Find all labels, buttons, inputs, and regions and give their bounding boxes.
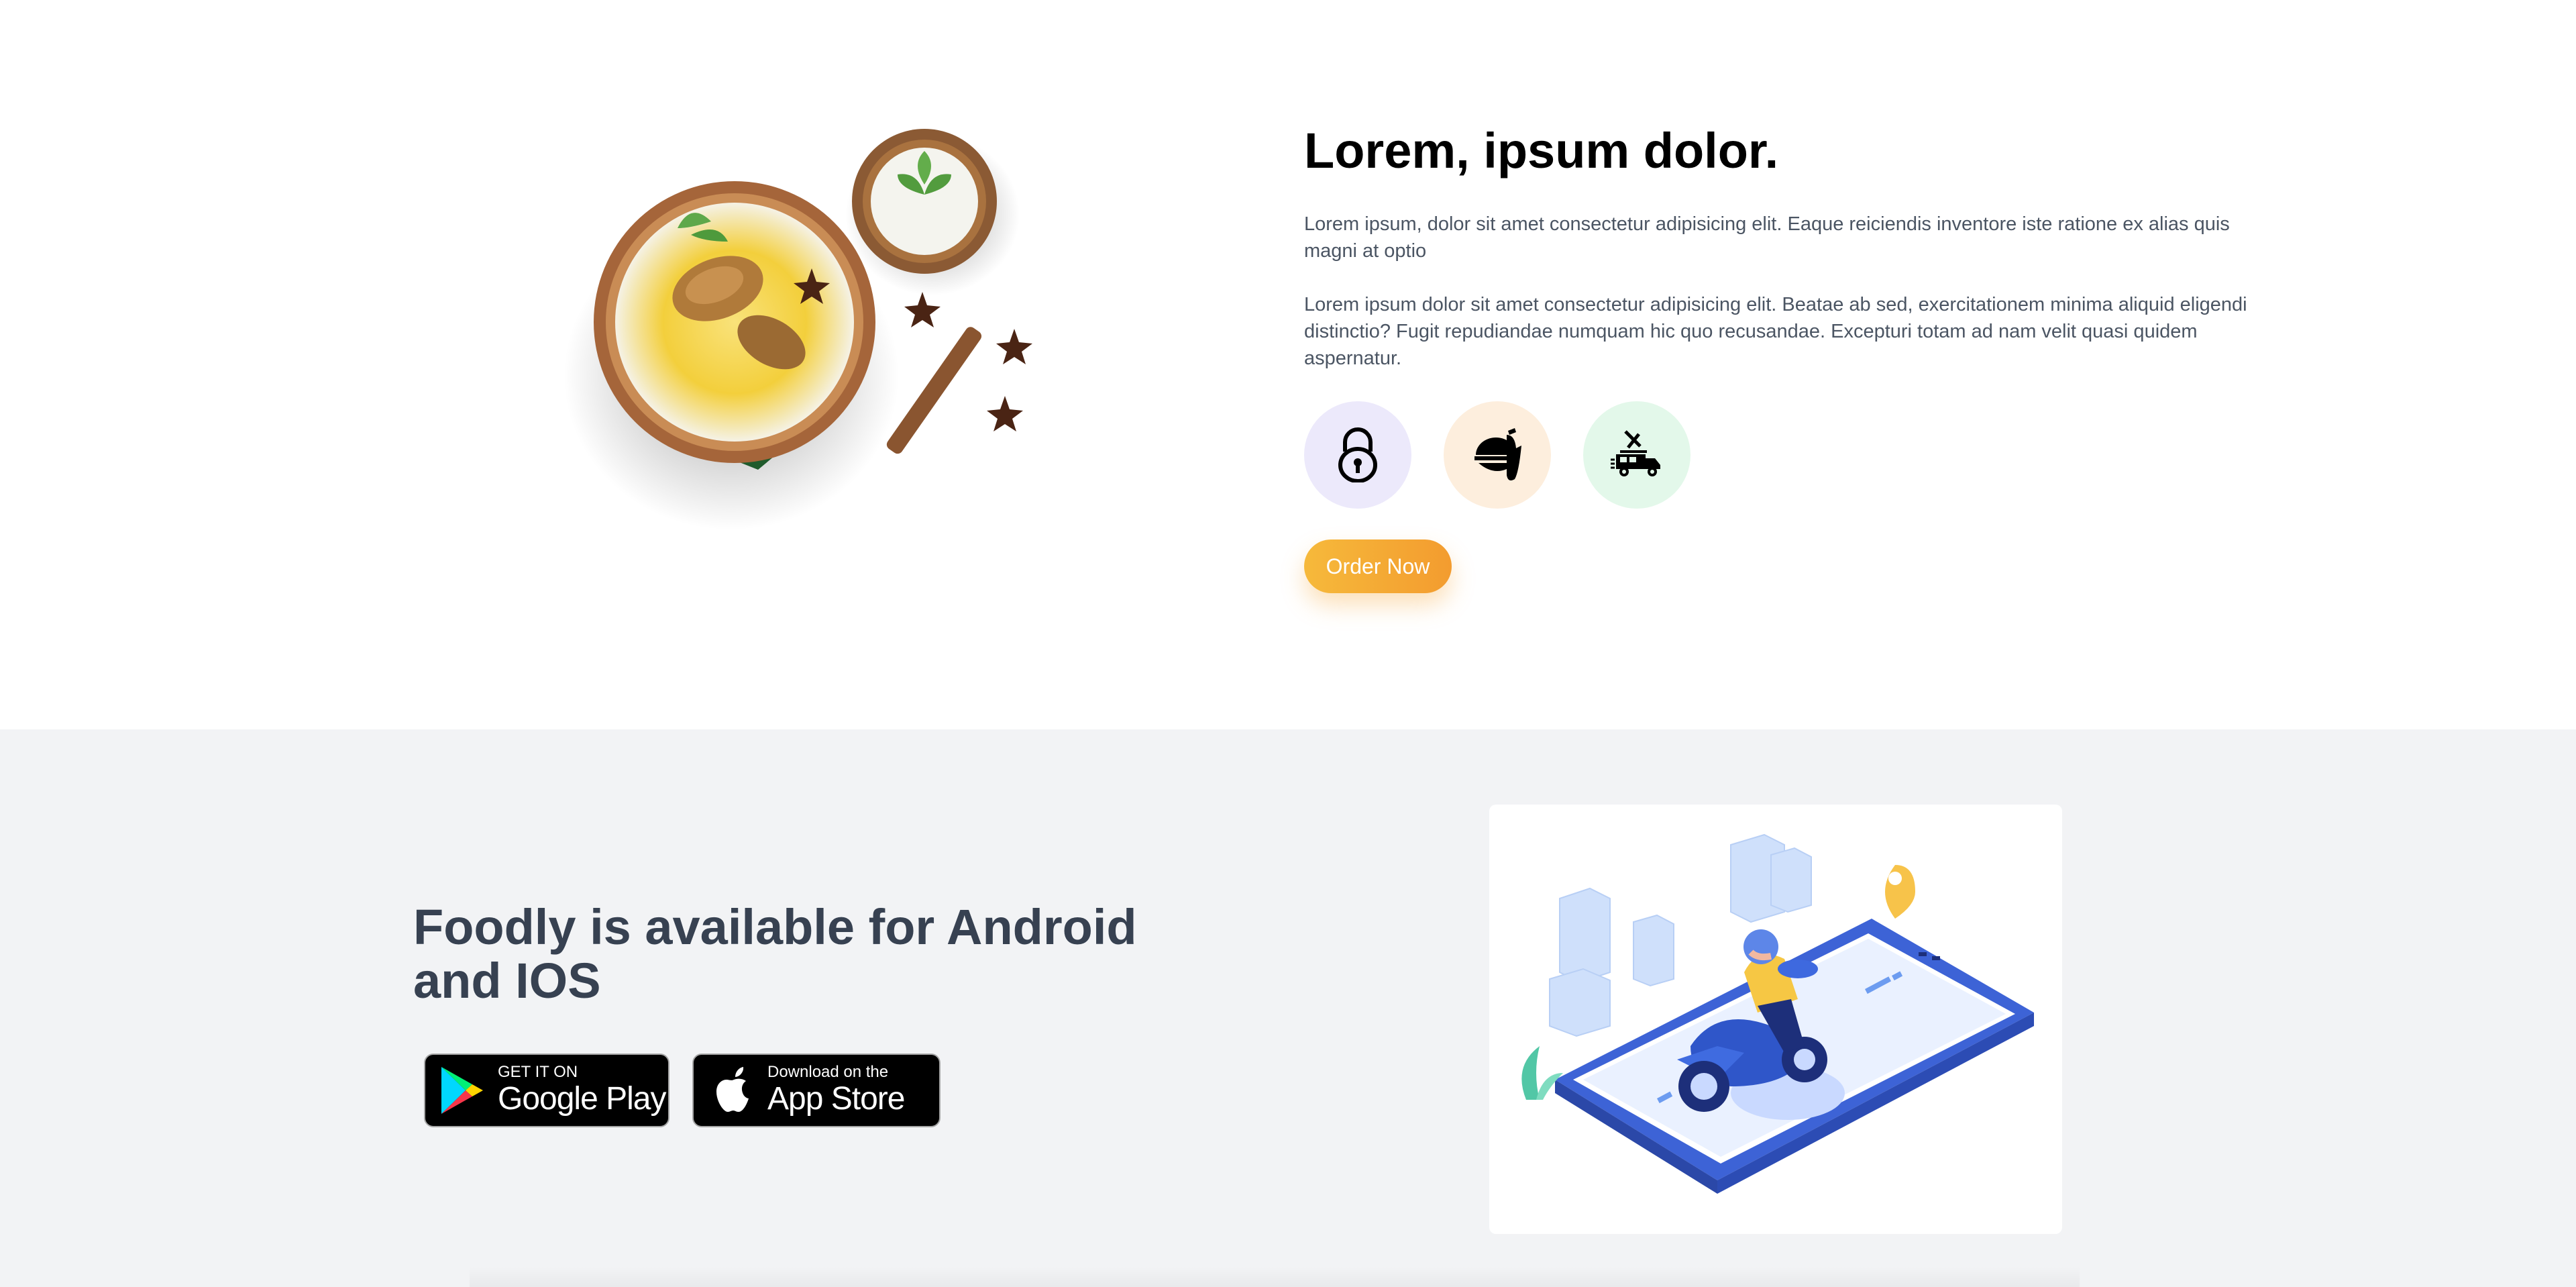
scooter-delivery-illustration <box>1521 833 2034 1194</box>
google-play-icon <box>441 1067 483 1114</box>
biryani-plate-image <box>564 129 1032 530</box>
feature-delivery <box>1583 401 1690 509</box>
about-paragraph-1: Lorem ipsum, dolor sit amet consectetur … <box>1304 213 2230 262</box>
feature-food <box>1444 401 1551 509</box>
about-content: Lorem, ipsum dolor. Lorem ipsum, dolor s… <box>1304 121 2257 593</box>
app-store-button[interactable]: Download on the App Store <box>692 1053 941 1127</box>
lock-icon <box>1338 427 1377 482</box>
about-paragraph-2: Lorem ipsum dolor sit amet consectetur a… <box>1304 294 2247 369</box>
google-play-big-label: Google Play <box>498 1081 666 1117</box>
feature-lock <box>1304 401 1411 509</box>
app-download-section: Foodly is available for Android and IOS … <box>0 729 2576 1287</box>
delivery-truck-icon <box>1611 430 1660 476</box>
illustration-card <box>1489 805 2062 1234</box>
store-badges: GET IT ON Google Play Download on the Ap… <box>424 1053 941 1127</box>
google-play-small-label: GET IT ON <box>498 1063 578 1081</box>
app-section-title: Foodly is available for Android and IOS <box>413 899 1137 1009</box>
about-title: Lorem, ipsum dolor. <box>1304 123 1779 178</box>
about-section: Lorem, ipsum dolor. Lorem ipsum, dolor s… <box>0 0 2576 729</box>
feature-icons <box>1304 401 2257 509</box>
apple-icon <box>716 1067 749 1112</box>
google-play-button[interactable]: GET IT ON Google Play <box>424 1053 669 1127</box>
food-bowl-icon <box>1474 428 1521 480</box>
google-play-text: GET IT ON Google Play <box>498 1064 666 1117</box>
section-divider-shadow <box>470 1266 2080 1287</box>
order-now-button[interactable]: Order Now <box>1304 539 1452 593</box>
app-store-big-label: App Store <box>767 1081 905 1117</box>
app-store-text: Download on the App Store <box>767 1063 905 1117</box>
app-store-small-label: Download on the <box>767 1063 889 1081</box>
